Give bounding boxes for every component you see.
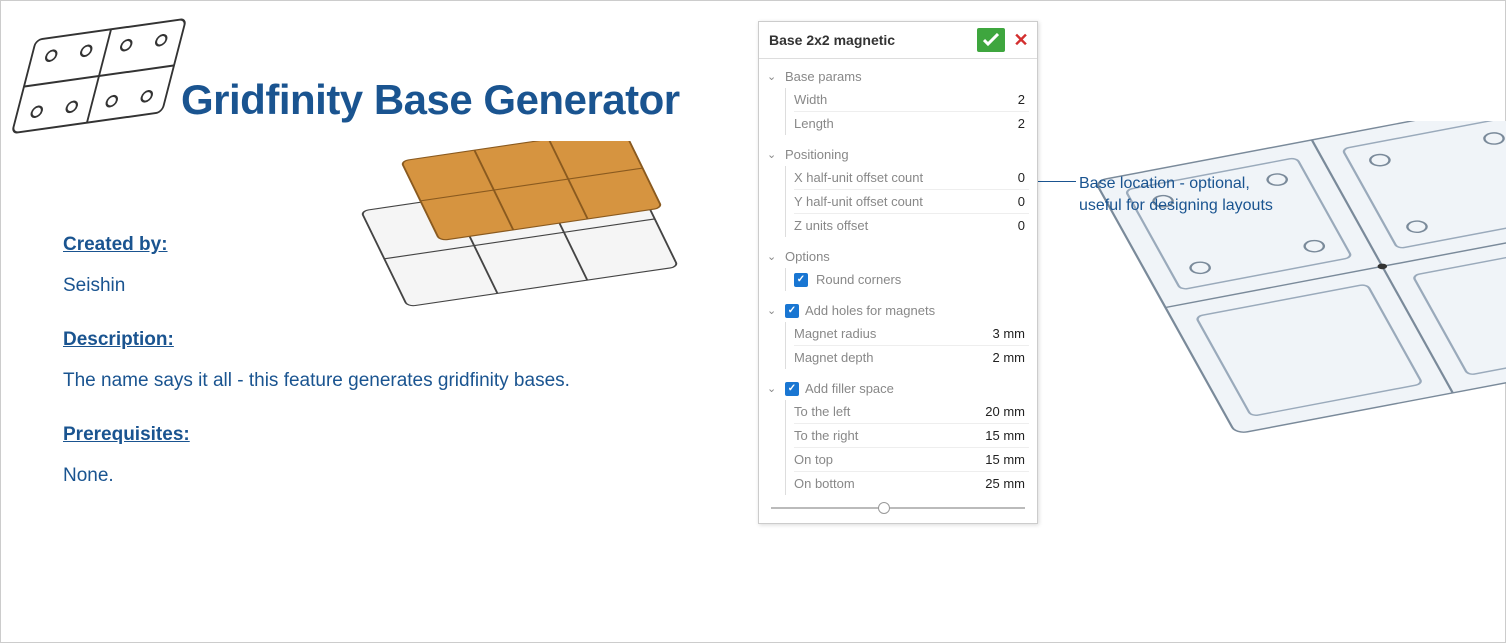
param-row-magnet-depth[interactable]: Magnet depth 2 mm [794, 346, 1029, 369]
param-label: Width [794, 92, 974, 107]
param-row-filler-left[interactable]: To the left 20 mm [794, 400, 1029, 424]
param-row-z-offset[interactable]: Z units offset 0 [794, 214, 1029, 237]
param-value: 15 mm [974, 428, 1029, 443]
slider-thumb[interactable] [878, 502, 890, 514]
panel-title: Base 2x2 magnetic [769, 32, 977, 48]
param-label: On bottom [794, 476, 974, 491]
param-label: Length [794, 116, 974, 131]
created-by-value: Seishin [63, 272, 683, 301]
info-block: Created by: Seishin Description: The nam… [63, 231, 683, 490]
param-label: On top [794, 452, 974, 467]
param-value: 3 mm [974, 326, 1029, 341]
checkbox-checked-icon[interactable]: ✓ [794, 273, 808, 287]
param-label: Z units offset [794, 218, 974, 233]
param-label: X half-unit offset count [794, 170, 974, 185]
section-header-filler[interactable]: ⌄ ✓ Add filler space [767, 377, 1029, 400]
prerequisites-value: None. [63, 462, 683, 491]
param-value: 0 [974, 218, 1029, 233]
param-value: 0 [974, 170, 1029, 185]
parameter-panel: Base 2x2 magnetic ✕ ⌄ Base params Width … [758, 21, 1038, 524]
param-label: To the left [794, 404, 974, 419]
param-value: 20 mm [974, 404, 1029, 419]
param-label: Magnet radius [794, 326, 974, 341]
param-value: 25 mm [974, 476, 1029, 491]
param-row-filler-right[interactable]: To the right 15 mm [794, 424, 1029, 448]
param-row-filler-bottom[interactable]: On bottom 25 mm [794, 472, 1029, 495]
description-label: Description: [63, 326, 683, 355]
section-label: Add holes for magnets [805, 303, 935, 318]
description-value: The name says it all - this feature gene… [63, 367, 683, 396]
param-row-x-offset[interactable]: X half-unit offset count 0 [794, 166, 1029, 190]
slider-track [771, 507, 1025, 509]
param-value: 15 mm [974, 452, 1029, 467]
section-header-base-params[interactable]: ⌄ Base params [767, 65, 1029, 88]
prerequisites-label: Prerequisites: [63, 421, 683, 450]
param-value: 2 [974, 92, 1029, 107]
param-row-filler-top[interactable]: On top 15 mm [794, 448, 1029, 472]
chevron-down-icon: ⌄ [767, 382, 779, 395]
section-positioning: ⌄ Positioning X half-unit offset count 0… [759, 137, 1037, 239]
annotation-text: Base location - optional, useful for des… [1079, 173, 1279, 216]
section-base-params: ⌄ Base params Width 2 Length 2 [759, 59, 1037, 137]
option-label: Round corners [816, 272, 1029, 287]
section-magnets: ⌄ ✓ Add holes for magnets Magnet radius … [759, 293, 1037, 371]
param-label: Y half-unit offset count [794, 194, 974, 209]
section-label: Add filler space [805, 381, 894, 396]
param-value: 2 mm [974, 350, 1029, 365]
param-row-magnet-radius[interactable]: Magnet radius 3 mm [794, 322, 1029, 346]
section-label: Positioning [785, 147, 849, 162]
checkbox-checked-icon[interactable]: ✓ [785, 304, 799, 318]
section-header-magnets[interactable]: ⌄ ✓ Add holes for magnets [767, 299, 1029, 322]
section-options: ⌄ Options ✓ Round corners [759, 239, 1037, 293]
chevron-down-icon: ⌄ [767, 304, 779, 317]
param-value: 0 [974, 194, 1029, 209]
param-value: 2 [974, 116, 1029, 131]
section-filler: ⌄ ✓ Add filler space To the left 20 mm T… [759, 371, 1037, 497]
panel-header: Base 2x2 magnetic ✕ [759, 22, 1037, 59]
param-row-y-offset[interactable]: Y half-unit offset count 0 [794, 190, 1029, 214]
checkbox-checked-icon[interactable]: ✓ [785, 382, 799, 396]
section-header-options[interactable]: ⌄ Options [767, 245, 1029, 268]
param-label: Magnet depth [794, 350, 974, 365]
chevron-down-icon: ⌄ [767, 70, 779, 83]
chevron-down-icon: ⌄ [767, 250, 779, 263]
param-row-length[interactable]: Length 2 [794, 112, 1029, 135]
ok-button[interactable] [977, 28, 1005, 52]
created-by-label: Created by: [63, 231, 683, 260]
section-header-positioning[interactable]: ⌄ Positioning [767, 143, 1029, 166]
option-round-corners[interactable]: ✓ Round corners [794, 268, 1029, 291]
decorative-base-small [4, 8, 193, 145]
section-label: Options [785, 249, 830, 264]
param-row-width[interactable]: Width 2 [794, 88, 1029, 112]
page-title: Gridfinity Base Generator [181, 76, 680, 124]
param-label: To the right [794, 428, 974, 443]
opacity-slider[interactable] [759, 497, 1037, 523]
cancel-button[interactable]: ✕ [1011, 28, 1031, 52]
section-label: Base params [785, 69, 862, 84]
chevron-down-icon: ⌄ [767, 148, 779, 161]
